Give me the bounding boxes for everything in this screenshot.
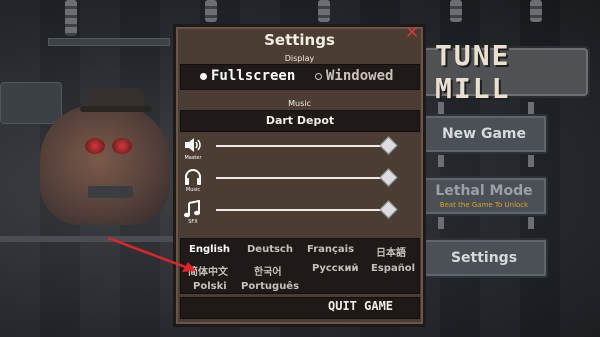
settings-title: Settings [264,31,335,49]
lethal-mode-label: Lethal Mode [435,183,533,199]
language-option-spanish[interactable]: Español [371,263,415,274]
fullscreen-label: Fullscreen [211,68,296,84]
new-game-button[interactable]: New Game [420,114,548,154]
windowed-option[interactable]: Windowed [315,68,393,84]
master-volume-label: Master [184,155,202,161]
music-volume-slider[interactable] [216,177,396,179]
menu-chain [528,155,534,167]
display-section-label: Display [284,54,315,63]
music-volume-row: Music [180,166,420,196]
speaker-icon [183,136,203,154]
lethal-mode-sublabel: Beat the Game To Unlock [439,201,529,209]
radio-unselected-icon [315,72,322,80]
windowed-label: Windowed [326,68,394,84]
menu-chain [528,217,534,229]
menu-chain [438,155,444,167]
robot-hat-brim [80,106,152,112]
language-option-polish[interactable]: Polski [193,281,227,292]
game-title-plate: TUNE MILL [405,39,590,105]
headphones-icon [183,168,203,186]
sfx-volume-row: SFX [180,198,420,228]
game-title: TUNE MILL [435,39,511,105]
hanging-chain [65,0,77,36]
music-section-label: Music [288,99,311,108]
hanging-chain [318,0,330,22]
robot-gun [88,186,133,198]
background-pipe [48,38,170,46]
master-volume-row: Master [180,134,420,164]
hanging-chain [205,0,217,22]
settings-menu-button[interactable]: Settings [420,238,548,278]
language-option-simplified-chinese[interactable]: 简体中文 [188,263,228,278]
menu-chain [438,102,444,114]
fullscreen-option[interactable]: Fullscreen [200,68,295,84]
background-machine [0,82,62,124]
music-volume-knob[interactable] [379,168,398,187]
new-game-label: New Game [441,126,527,142]
language-option-russian[interactable]: Русский [312,263,359,274]
language-option-deutsch[interactable]: Deutsch [247,244,293,255]
language-option-francais[interactable]: Français [307,244,354,255]
music-volume-label: Music [185,187,201,193]
robot-eye [85,138,105,154]
robot-enemy [40,105,170,225]
master-volume-slider[interactable] [216,145,396,147]
language-option-japanese[interactable]: 日本語 [376,244,406,259]
lethal-mode-button[interactable]: Lethal Mode Beat the Game To Unlock [420,176,548,216]
master-volume-knob[interactable] [379,136,398,155]
menu-chain [528,102,534,114]
settings-menu-label: Settings [450,250,518,266]
sfx-volume-label: SFX [188,219,198,225]
music-note-icon [183,199,203,218]
sfx-volume-knob[interactable] [379,200,398,219]
menu-chain [438,217,444,229]
radio-selected-icon [200,72,207,80]
close-icon[interactable]: ✕ [405,25,419,42]
quit-game-button[interactable]: QUIT GAME [328,299,393,313]
floor-rail [0,236,175,242]
language-option-portuguese[interactable]: Português [241,281,299,292]
music-track-selector[interactable]: Dart Depot [180,112,420,130]
language-option-english[interactable]: English [189,244,230,255]
hanging-chain [530,0,542,22]
sfx-volume-slider[interactable] [216,209,396,211]
hanging-chain [450,0,462,22]
robot-eye [112,138,132,154]
language-option-korean[interactable]: 한국어 [254,263,282,278]
